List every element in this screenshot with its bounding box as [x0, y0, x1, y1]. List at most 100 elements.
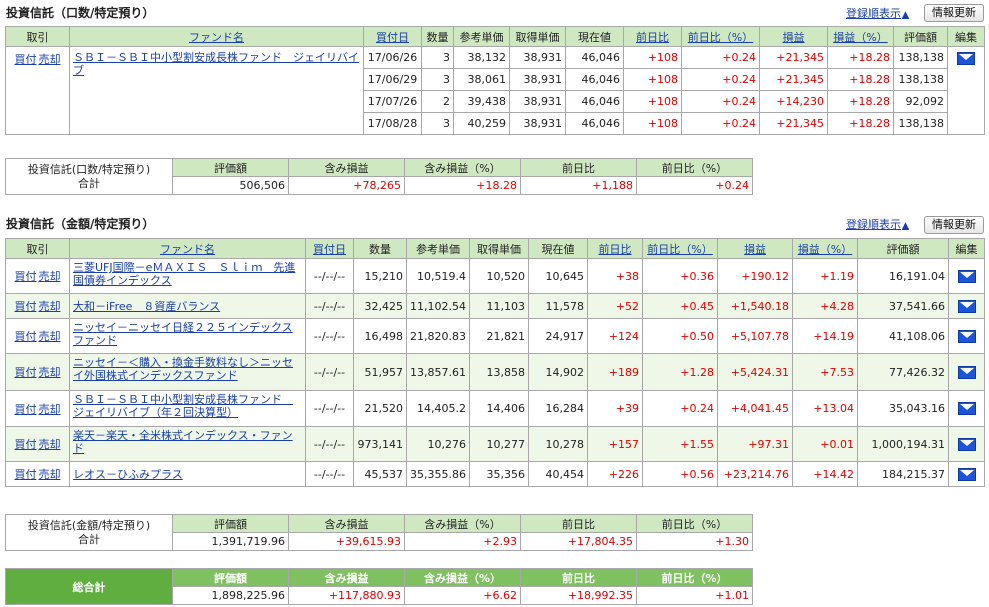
fund-name-link[interactable]: ニッセイ－＜購入・換金手数料なし＞ニッセイ外国株式インデックスファンド — [73, 356, 293, 382]
sort-fund-link[interactable]: ファンド名 — [189, 31, 244, 44]
sort-pl-pct-link[interactable]: 損益（%） — [833, 31, 887, 44]
profit-loss-pct: +18.28 — [827, 46, 894, 69]
mail-icon[interactable] — [957, 402, 976, 416]
profit-loss: +5,107.78 — [717, 318, 793, 354]
fund-name-link[interactable]: ＳＢＩ－ＳＢＩ中小型割安成長株ファンド ジェイリバイブ — [73, 51, 359, 77]
sell-link[interactable]: 売却 — [39, 403, 61, 416]
fund-name-cell: 大和－iFree ８資産バランス — [69, 293, 306, 319]
sort-fund-link[interactable]: ファンド名 — [160, 243, 215, 256]
buy-link[interactable]: 買付 — [15, 300, 37, 313]
col-header-ref-price: 参考単価 — [453, 26, 510, 47]
ref-price: 35,355.86 — [406, 461, 470, 487]
sort-change-pct-link[interactable]: 前日比（%） — [688, 31, 753, 44]
fund-name-link[interactable]: レオス－ひふみプラス — [73, 468, 183, 481]
refresh-button-2[interactable]: 情報更新 — [924, 216, 984, 234]
fund-name-cell: レオス－ひふみプラス — [69, 461, 306, 487]
sum-unrealized-pct: +2.93 — [404, 532, 521, 551]
day-change-pct: +0.56 — [642, 461, 718, 487]
mail-icon[interactable] — [957, 467, 976, 481]
refresh-button[interactable]: 情報更新 — [924, 4, 984, 22]
sort-registration-link[interactable]: 登録順表示▲ — [846, 5, 909, 21]
col-header-date[interactable]: 買付日 — [305, 238, 354, 259]
day-change-pct: +0.36 — [642, 258, 718, 294]
col-header-change-pct[interactable]: 前日比（%） — [642, 238, 718, 259]
sort-registration-link-2[interactable]: 登録順表示▲ — [846, 216, 909, 232]
mail-icon[interactable] — [957, 299, 976, 313]
col-header-valuation: 評価額 — [857, 238, 949, 259]
mail-icon[interactable] — [957, 365, 976, 379]
mail-icon[interactable] — [957, 437, 976, 451]
profit-loss: +23,214.76 — [717, 461, 793, 487]
sort-change-link[interactable]: 前日比 — [599, 243, 632, 256]
buy-link[interactable]: 買付 — [15, 403, 37, 416]
buy-link[interactable]: 買付 — [15, 270, 37, 283]
sell-link[interactable]: 売却 — [39, 330, 61, 343]
cost-price: 38,931 — [509, 68, 566, 91]
valuation: 138,138 — [893, 68, 948, 91]
mail-icon[interactable] — [957, 329, 976, 343]
sort-pl-pct-link[interactable]: 損益（%） — [798, 243, 852, 256]
sort-date-link[interactable]: 買付日 — [376, 31, 409, 44]
sum-header-unrealized-pct: 含み損益（%） — [404, 514, 521, 533]
fund-name-link[interactable]: 三菱UFJ国際－eＭＡＸＩＳ Ｓｌｉｍ 先進国債券インデックス — [73, 261, 295, 287]
col-header-pl[interactable]: 損益 — [717, 238, 793, 259]
col-header-pl-pct[interactable]: 損益（%） — [827, 26, 894, 47]
fund-name-link[interactable]: 楽天－楽天・全米株式インデックス・ファンド — [73, 429, 293, 455]
summary-label: 投資信託(金額/特定預り) 合計 — [5, 514, 173, 551]
buy-link[interactable]: 買付 — [15, 330, 37, 343]
col-header-change[interactable]: 前日比 — [623, 26, 682, 47]
edit-cell — [948, 461, 985, 487]
buy-link[interactable]: 買付 — [15, 438, 37, 451]
col-header-ref-price: 参考単価 — [406, 238, 470, 259]
sort-change-link[interactable]: 前日比 — [636, 31, 669, 44]
profit-loss-pct: +1.19 — [792, 258, 858, 294]
col-header-trade: 取引 — [5, 26, 70, 47]
sort-link-label: 登録順表示 — [846, 218, 901, 231]
sort-date-link[interactable]: 買付日 — [313, 243, 346, 256]
col-header-pl-pct[interactable]: 損益（%） — [792, 238, 858, 259]
fund-name-cell: ニッセイ－ニッセイ日経２２５インデックスファンド — [69, 318, 306, 354]
col-header-edit: 編集 — [948, 238, 985, 259]
triangle-up-icon: ▲ — [902, 221, 909, 231]
current-price: 46,046 — [565, 112, 624, 135]
sum-header-valuation: 評価額 — [172, 158, 289, 177]
profit-loss: +5,424.31 — [717, 353, 793, 391]
col-header-fund[interactable]: ファンド名 — [69, 26, 364, 47]
col-header-date[interactable]: 買付日 — [363, 26, 422, 47]
buy-link[interactable]: 買付 — [15, 366, 37, 379]
sell-link[interactable]: 売却 — [39, 438, 61, 451]
col-header-fund[interactable]: ファンド名 — [69, 238, 306, 259]
col-header-change[interactable]: 前日比 — [587, 238, 643, 259]
col-header-qty: 数量 — [353, 238, 407, 259]
sum-valuation: 506,506 — [172, 176, 289, 195]
sort-change-pct-link[interactable]: 前日比（%） — [647, 243, 712, 256]
sell-link[interactable]: 売却 — [39, 53, 61, 66]
mail-icon[interactable] — [957, 51, 975, 65]
fund-name-link[interactable]: 大和－iFree ８資産バランス — [73, 300, 220, 313]
profit-loss: +21,345 — [759, 68, 828, 91]
buy-link[interactable]: 買付 — [15, 468, 37, 481]
valuation: 41,108.06 — [857, 318, 949, 354]
profit-loss-pct: +13.04 — [792, 390, 858, 427]
trade-actions: 買付 売却 — [5, 318, 70, 354]
mail-icon[interactable] — [957, 269, 976, 283]
col-header-pl[interactable]: 損益 — [759, 26, 828, 47]
trade-actions: 買付 売却 — [5, 390, 70, 427]
current-price: 14,902 — [528, 353, 588, 391]
sort-pl-link[interactable]: 損益 — [783, 31, 805, 44]
total-unrealized-pct: +6.62 — [404, 586, 521, 605]
edit-cell — [948, 258, 985, 294]
col-header-cost: 取得単価 — [509, 26, 566, 47]
buy-link[interactable]: 買付 — [15, 53, 37, 66]
sell-link[interactable]: 売却 — [39, 300, 61, 313]
sell-link[interactable]: 売却 — [39, 366, 61, 379]
fund-name-link[interactable]: ニッセイ－ニッセイ日経２２５インデックスファンド — [73, 321, 293, 347]
fund-name-link[interactable]: ＳＢＩ－ＳＢＩ中小型割安成長株ファンド ジェイリバイブ（年２回決算型） — [73, 393, 293, 419]
sort-pl-link[interactable]: 損益 — [744, 243, 766, 256]
quantity: 21,520 — [353, 390, 407, 427]
trade-actions: 買付 売却 — [5, 461, 70, 487]
col-header-change-pct[interactable]: 前日比（%） — [681, 26, 760, 47]
sell-link[interactable]: 売却 — [39, 270, 61, 283]
summary-label-line2: 合計 — [78, 532, 100, 546]
sell-link[interactable]: 売却 — [39, 468, 61, 481]
